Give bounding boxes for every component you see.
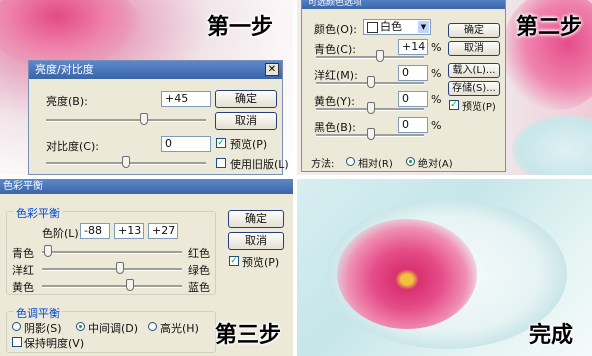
- preserve-luminosity-checkbox[interactable]: [12, 337, 22, 347]
- white-swatch-icon: [367, 22, 378, 33]
- black-label: 黑色(B):: [314, 121, 356, 134]
- blue-label: 蓝色: [188, 281, 210, 294]
- ok-button[interactable]: 确定: [448, 23, 500, 38]
- method-label: 方法:: [311, 159, 335, 170]
- magenta-label: 洋红: [12, 264, 34, 277]
- percent-label: %: [431, 119, 442, 132]
- shadows-radio[interactable]: [12, 322, 21, 331]
- cancel-button[interactable]: 取消: [215, 112, 277, 130]
- brightness-field[interactable]: +45: [161, 91, 211, 107]
- flower-petals: [337, 219, 477, 329]
- dialog-titlebar: 亮度/对比度: [29, 61, 282, 79]
- black-field[interactable]: 0: [398, 117, 428, 133]
- magenta-label: 洋红(M):: [314, 69, 358, 82]
- colors-label: 颜色(O):: [314, 23, 357, 36]
- magenta-field[interactable]: 0: [398, 65, 428, 81]
- colors-dropdown[interactable]: 白色 ▼: [363, 19, 431, 35]
- dialog-titlebar: 可选颜色选项: [302, 0, 505, 9]
- brightness-contrast-dialog: 亮度/对比度 ✕ 亮度(B): +45 对比度(C): 0 确定 取消 ✓ 预览…: [28, 60, 289, 175]
- absolute-label: 绝对(A): [418, 159, 453, 170]
- yellow-slider-thumb[interactable]: [367, 102, 375, 114]
- brightness-slider-thumb[interactable]: [139, 113, 148, 125]
- selective-color-dialog: 可选颜色选项 颜色(O): 白色 ▼ 青色(C): +14 % 洋红(M): 0…: [301, 0, 506, 172]
- step-label: 完成: [529, 323, 574, 348]
- legacy-checkbox[interactable]: [216, 158, 226, 168]
- step-label: 第二步: [516, 15, 583, 40]
- result-panel: 完成: [297, 179, 592, 356]
- color-balance-group-title: 色彩平衡: [14, 205, 62, 221]
- colors-value: 白色: [380, 20, 402, 33]
- cyan-red-slider-track[interactable]: [42, 251, 182, 254]
- legacy-label: 使用旧版(L): [230, 158, 289, 171]
- preview-checkbox[interactable]: ✓: [229, 256, 239, 266]
- cyan-red-slider-thumb[interactable]: [44, 245, 52, 257]
- chevron-down-icon: ▼: [418, 21, 429, 33]
- cancel-button[interactable]: 取消: [448, 41, 500, 56]
- preview-label: 预览(P): [462, 102, 496, 113]
- preview-checkbox[interactable]: ✓: [216, 138, 226, 148]
- midtones-label: 中间调(D): [88, 322, 139, 335]
- cyan-field[interactable]: +14: [398, 39, 428, 55]
- green-label: 绿色: [188, 264, 210, 277]
- red-label: 红色: [188, 247, 210, 260]
- yellow-field[interactable]: 0: [398, 91, 428, 107]
- step2-panel: 第二步 可选颜色选项 颜色(O): 白色 ▼ 青色(C): +14 % 洋红(M…: [297, 0, 592, 175]
- step1-panel: 第一步 亮度/对比度 ✕ 亮度(B): +45 对比度(C): 0 确定 取消 …: [0, 0, 293, 175]
- highlights-label: 高光(H): [160, 322, 199, 335]
- brightness-slider-track[interactable]: [46, 119, 206, 122]
- yellow-blue-slider-track[interactable]: [42, 285, 182, 288]
- percent-label: %: [431, 41, 442, 54]
- load-button[interactable]: 载入(L)...: [448, 63, 500, 78]
- save-button[interactable]: 存储(S)...: [448, 81, 500, 96]
- shadows-label: 阴影(S): [24, 322, 62, 335]
- step-label-overlay: 第三步: [215, 323, 282, 348]
- black-slider-thumb[interactable]: [367, 128, 375, 140]
- relative-radio[interactable]: [346, 157, 355, 166]
- step3-panel: 第三步 色彩平衡 色彩平衡 色阶(L): -88 +13 +27 青色 红色 洋…: [0, 179, 293, 356]
- contrast-slider-thumb[interactable]: [122, 156, 130, 168]
- percent-label: %: [431, 67, 442, 80]
- yellow-blue-slider-thumb[interactable]: [126, 279, 134, 291]
- preview-checkbox[interactable]: ✓: [449, 100, 459, 110]
- cyan-slider-track[interactable]: [316, 56, 424, 59]
- yellow-label: 黄色: [12, 281, 34, 294]
- contrast-label: 对比度(C):: [46, 140, 99, 153]
- contrast-field[interactable]: 0: [161, 136, 211, 152]
- midtones-radio[interactable]: [76, 322, 85, 331]
- absolute-radio[interactable]: [406, 157, 415, 166]
- close-button[interactable]: ✕: [265, 63, 279, 76]
- ok-button[interactable]: 确定: [215, 90, 277, 108]
- level3-field[interactable]: +27: [148, 223, 178, 239]
- highlights-radio[interactable]: [148, 322, 157, 331]
- percent-label: %: [431, 93, 442, 106]
- magenta-green-slider-thumb[interactable]: [116, 262, 124, 274]
- relative-label: 相对(R): [358, 159, 393, 170]
- ok-button[interactable]: 确定: [228, 210, 284, 228]
- magenta-green-slider-track[interactable]: [42, 268, 182, 271]
- cyan-label: 青色(C):: [314, 43, 356, 56]
- cyan-slider-thumb[interactable]: [376, 50, 384, 62]
- dialog-titlebar: 色彩平衡: [0, 179, 293, 194]
- level2-field[interactable]: +13: [114, 223, 144, 239]
- preserve-luminosity-label: 保持明度(V): [24, 337, 85, 350]
- step-label: 第一步: [207, 15, 274, 40]
- brightness-label: 亮度(B):: [46, 95, 88, 108]
- yellow-label: 黄色(Y):: [314, 95, 356, 108]
- levels-label: 色阶(L):: [42, 227, 83, 240]
- cancel-button[interactable]: 取消: [228, 232, 284, 250]
- preview-label: 预览(P): [242, 256, 280, 269]
- preview-label: 预览(P): [230, 138, 268, 151]
- level1-field[interactable]: -88: [80, 223, 110, 239]
- tone-balance-group-title: 色调平衡: [14, 305, 62, 321]
- cyan-label: 青色: [12, 247, 34, 260]
- magenta-slider-thumb[interactable]: [367, 76, 375, 88]
